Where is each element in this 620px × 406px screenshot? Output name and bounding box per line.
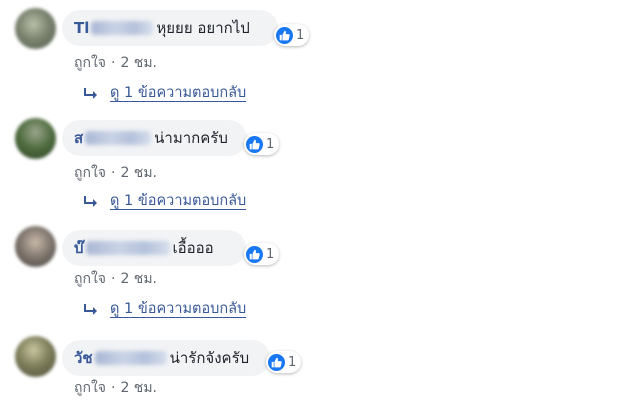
reaction-number: 1 xyxy=(266,246,275,262)
comment-text: น่ารักจังครับ xyxy=(169,349,250,367)
comment-item: วัช น่ารักจังครับ 1 ถูกใจ · 2 ชม. xyxy=(0,0,620,396)
like-action[interactable]: ถูกใจ xyxy=(74,271,106,287)
like-reaction-icon xyxy=(268,353,285,371)
redacted-name xyxy=(85,131,152,145)
view-replies-label[interactable]: ดู 1 ข้อความตอบกลับ xyxy=(110,302,247,318)
redacted-name xyxy=(94,351,167,365)
view-replies-label[interactable]: ดู 1 ข้อความตอบกลับ xyxy=(110,194,247,210)
redacted-name xyxy=(85,241,170,255)
comment-actions: ถูกใจ · 2 ชม. xyxy=(74,377,157,399)
comment-bubble: บ๊ เอื้อออ xyxy=(62,230,246,266)
separator: · xyxy=(111,165,116,181)
like-reaction-icon xyxy=(246,135,263,153)
comment-text: เอื้อออ xyxy=(172,239,214,257)
commenter-name[interactable]: วัช xyxy=(74,346,93,370)
commenter-name[interactable]: บ๊ xyxy=(74,236,84,260)
like-action[interactable]: ถูกใจ xyxy=(74,165,106,181)
view-replies-link[interactable]: ดู 1 ข้อความตอบกลับ xyxy=(84,302,247,318)
timestamp[interactable]: 2 ชม. xyxy=(120,165,157,181)
reply-arrow-icon xyxy=(84,304,97,315)
reaction-count[interactable]: 1 xyxy=(266,351,302,373)
avatar[interactable] xyxy=(15,118,56,159)
like-action[interactable]: ถูกใจ xyxy=(74,380,106,396)
reaction-number: 1 xyxy=(288,354,297,370)
reaction-count[interactable]: 1 xyxy=(244,243,280,265)
reaction-number: 1 xyxy=(266,136,275,152)
separator: · xyxy=(111,380,116,396)
like-reaction-icon xyxy=(246,245,263,263)
separator: · xyxy=(111,271,116,287)
timestamp[interactable]: 2 ชม. xyxy=(120,380,157,396)
view-replies-link[interactable]: ดู 1 ข้อความตอบกลับ xyxy=(84,194,247,210)
commenter-name[interactable]: ส xyxy=(74,126,83,150)
comment-actions: ถูกใจ · 2 ชม. xyxy=(74,162,157,184)
avatar[interactable] xyxy=(15,226,56,267)
comment-bubble: วัช น่ารักจังครับ xyxy=(62,340,270,376)
timestamp[interactable]: 2 ชม. xyxy=(120,271,157,287)
comment-bubble: ส น่ามากครับ xyxy=(62,120,247,156)
comment-text: น่ามากครับ xyxy=(154,129,228,147)
reply-arrow-icon xyxy=(84,196,97,207)
comment-actions: ถูกใจ · 2 ชม. xyxy=(74,268,157,290)
avatar[interactable] xyxy=(15,336,56,377)
reaction-count[interactable]: 1 xyxy=(244,133,280,155)
